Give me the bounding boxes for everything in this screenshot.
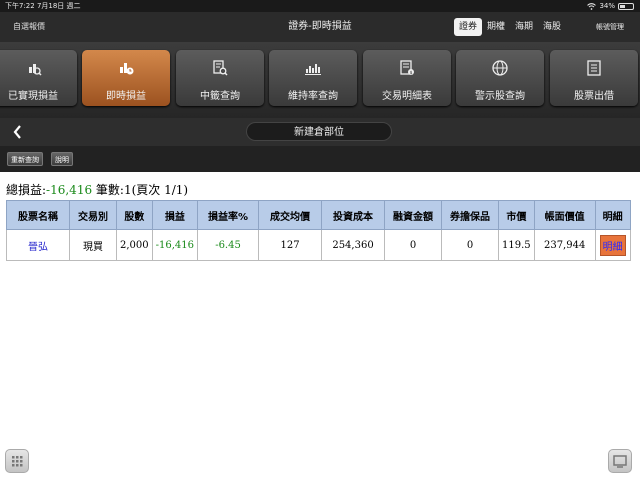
list-dollar-icon: $ [400,60,414,76]
toolbar-label: 即時損益 [106,91,146,102]
list-icon [587,60,601,76]
section-title: 新建倉部位 [246,122,392,141]
svg-text:$: $ [410,70,413,76]
cell-short-collateral: 0 [441,229,500,261]
col-market-price: 市價 [498,200,535,230]
globe-icon [492,60,508,76]
toolbar-alert-stocks[interactable]: 警示股查詢 [456,50,544,106]
cell-trade-type: 現買 [69,229,117,261]
status-bar: 下午7:22 7月18日 週二 34% [0,0,640,12]
segment-overseas-futures[interactable]: 海期 [510,18,538,36]
col-pnl: 損益 [151,200,199,230]
chevron-left-icon[interactable] [12,122,24,142]
table-row: 晉弘 現買 2,000 -16,416 -6.45 127 254,360 0 … [6,229,631,261]
cell-shares: 2,000 [116,229,153,261]
record-count: 筆數:1(頁次 1/1) [95,183,189,197]
toolbar-realized-pnl[interactable]: 已實現損益 [0,50,77,106]
account-management-button[interactable]: 帳號管理 [596,12,624,42]
toolbar-label: 交易明細表 [382,91,432,102]
segment-futures-options[interactable]: 期權 [482,18,510,36]
battery-icon [618,2,634,10]
cell-detail: 明細 [594,229,631,261]
col-trade-type: 交易別 [69,200,117,230]
chart-magnify-icon [29,64,42,76]
col-pnl-rate: 損益率% [197,200,260,230]
cell-investment-cost: 254,360 [321,229,386,261]
screen-icon [613,455,627,468]
chart-clock-icon [120,63,134,75]
positions-table: 股票名稱 交易別 股數 損益 損益率% 成交均價 投資成本 融資金額 券擔保品 … [6,200,631,261]
toolbar-label: 中籤查詢 [200,91,240,102]
toolbar-maintenance-ratio[interactable]: 維持率查詢 [269,50,357,106]
pnl-summary: 總損益:-16,416 筆數:1(頁次 1/1) [6,181,188,198]
bar-chart-icon [305,64,321,75]
toolbar-lottery-query[interactable]: 中籤查詢 [176,50,264,106]
battery-percent: 34% [599,2,615,10]
col-stock-name: 股票名稱 [6,200,70,230]
table-header-row: 股票名稱 交易別 股數 損益 損益率% 成交均價 投資成本 融資金額 券擔保品 … [6,200,631,230]
market-segment-control: 證券 期權 海期 海股 [454,18,566,36]
watchlist-quote-link[interactable]: 自選報價 [13,12,45,42]
total-pnl-label: 總損益: [6,183,47,197]
toolbar-trade-details[interactable]: $ 交易明細表 [363,50,451,106]
cell-margin-amount: 0 [384,229,443,261]
help-button[interactable]: 說明 [51,152,73,166]
col-investment-cost: 投資成本 [321,200,386,230]
action-bar: 重新查詢 說明 [0,146,640,172]
toolbar-realtime-pnl[interactable]: 即時損益 [82,50,170,106]
cell-pnl-rate: -6.45 [197,229,260,261]
col-short-collateral: 券擔保品 [441,200,500,230]
col-margin-amount: 融資金額 [384,200,443,230]
refresh-query-button[interactable]: 重新查詢 [7,152,43,166]
detail-button[interactable]: 明細 [599,234,626,256]
screen-toggle-button[interactable] [608,449,632,473]
toolbar-label: 維持率查詢 [288,91,338,102]
function-toolbar: 已實現損益 即時損益 中籤查詢 維持率查詢 $ 交易明細表 警示股查詢 股票出借 [0,42,640,118]
toolbar-label: 警示股查詢 [475,91,525,102]
toolbar-label: 股票出借 [574,91,614,102]
col-avg-price: 成交均價 [258,200,323,230]
total-pnl-value: -16,416 [46,183,93,197]
cell-book-value: 237,944 [533,229,596,261]
col-detail: 明細 [594,200,631,230]
segment-securities[interactable]: 證券 [454,18,483,36]
grid-menu-button[interactable] [5,449,29,473]
cell-avg-price: 127 [258,229,323,261]
wifi-icon [587,2,597,10]
segment-overseas-stocks[interactable]: 海股 [538,18,566,36]
sub-header: 新建倉部位 [0,118,640,146]
toolbar-label: 已實現損益 [8,91,58,102]
col-shares: 股數 [116,200,153,230]
toolbar-stock-lending[interactable]: 股票出借 [550,50,638,106]
cell-stock-name[interactable]: 晉弘 [6,229,70,261]
cell-market-price: 119.5 [498,229,535,261]
grid-icon [12,456,23,467]
document-search-icon [213,60,228,76]
app-header: 自選報價 證券-即時損益 證券 期權 海期 海股 帳號管理 [0,12,640,42]
status-time-date: 下午7:22 7月18日 週二 [5,2,81,10]
col-book-value: 帳面價值 [533,200,596,230]
cell-pnl: -16,416 [151,229,199,261]
